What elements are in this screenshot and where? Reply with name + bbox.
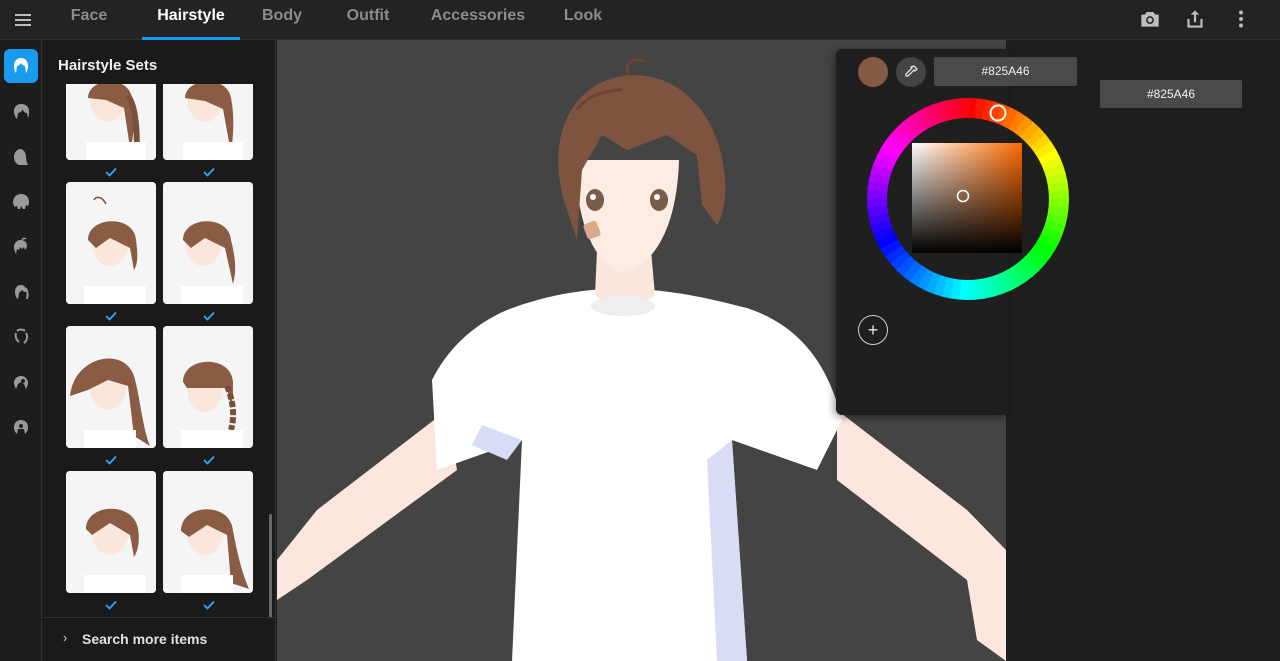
search-more-button[interactable]: › Search more items bbox=[43, 617, 275, 661]
tab-face[interactable]: Face bbox=[60, 0, 118, 40]
tab-outfit[interactable]: Outfit bbox=[336, 0, 400, 40]
hairstyle-thumbnail[interactable] bbox=[66, 471, 156, 593]
more-vertical-icon[interactable] bbox=[1228, 6, 1254, 32]
front-hair-icon[interactable] bbox=[4, 95, 38, 129]
hairstyle-panel: Hairstyle Sets › Search more items bbox=[43, 40, 276, 661]
hairstyle-thumbnail[interactable] bbox=[163, 182, 253, 304]
tab-body[interactable]: Body bbox=[254, 0, 310, 40]
back-hair-icon[interactable] bbox=[4, 140, 38, 174]
side-hair-icon[interactable] bbox=[4, 185, 38, 219]
panel-scrollbar[interactable] bbox=[269, 514, 272, 618]
hue-segment bbox=[959, 98, 970, 119]
hue-segment bbox=[867, 197, 888, 208]
check-icon bbox=[105, 600, 117, 610]
category-rail bbox=[0, 40, 42, 661]
hairstyle-thumbnail[interactable] bbox=[163, 326, 253, 448]
eyedropper-icon[interactable] bbox=[896, 57, 926, 87]
hue-segment bbox=[966, 279, 977, 300]
braid-icon[interactable] bbox=[4, 320, 38, 354]
hairstyle-thumbnail[interactable] bbox=[66, 84, 156, 160]
search-more-label: Search more items bbox=[82, 631, 208, 647]
hex-color-field[interactable]: #825A46 bbox=[934, 57, 1077, 86]
check-icon bbox=[203, 167, 215, 177]
hairstyle-thumbnail[interactable] bbox=[66, 182, 156, 304]
menu-icon[interactable] bbox=[6, 6, 40, 34]
check-icon bbox=[203, 311, 215, 321]
check-icon bbox=[105, 311, 117, 321]
bun-icon[interactable] bbox=[4, 365, 38, 399]
add-color-button[interactable]: + bbox=[858, 315, 888, 345]
check-icon bbox=[203, 455, 215, 465]
camera-icon[interactable] bbox=[1137, 6, 1163, 32]
ponytail-icon[interactable] bbox=[4, 275, 38, 309]
hex-color-field-secondary[interactable]: #825A46 bbox=[1100, 80, 1242, 108]
hairstyle-sets-icon[interactable] bbox=[4, 49, 38, 83]
color-picker-popup: #825A46 + bbox=[836, 49, 1077, 415]
tab-accessories[interactable]: Accessories bbox=[428, 0, 528, 40]
extra-hair-icon[interactable] bbox=[4, 410, 38, 444]
top-bar: Face Hairstyle Body Outfit Accessories L… bbox=[0, 0, 1280, 40]
tab-hairstyle[interactable]: Hairstyle bbox=[142, 0, 240, 40]
share-icon[interactable] bbox=[1182, 6, 1208, 32]
check-icon bbox=[105, 167, 117, 177]
check-icon bbox=[105, 455, 117, 465]
hue-segment bbox=[1048, 190, 1069, 201]
hairstyle-thumbnail[interactable] bbox=[163, 471, 253, 593]
panel-title: Hairstyle Sets bbox=[58, 57, 158, 74]
hairstyle-grid bbox=[43, 84, 268, 614]
hairstyle-thumbnail[interactable] bbox=[66, 326, 156, 448]
ahoge-icon[interactable] bbox=[4, 230, 38, 264]
current-color-swatch[interactable] bbox=[858, 57, 888, 87]
tab-look[interactable]: Look bbox=[556, 0, 610, 40]
color-wheel[interactable] bbox=[866, 97, 1070, 301]
chevron-right-icon: › bbox=[63, 630, 68, 645]
check-icon bbox=[203, 600, 215, 610]
hairstyle-thumbnail[interactable] bbox=[163, 84, 253, 160]
